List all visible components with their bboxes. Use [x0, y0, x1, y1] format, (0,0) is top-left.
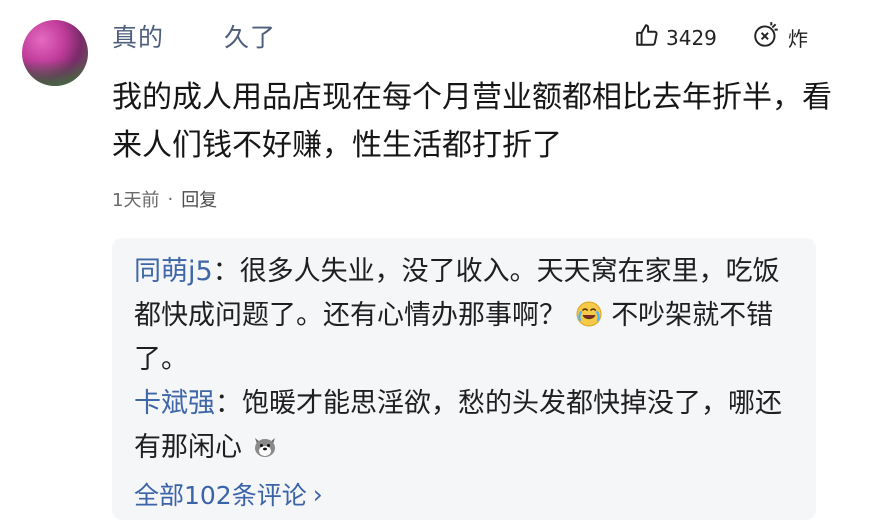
comment-meta: 1天前 · 回复	[112, 186, 217, 212]
reply-item: 卡斌强：饱暖才能思淫欲，愁的头发都快掉没了，哪还有那闲心	[134, 382, 794, 470]
bomb-label: 炸	[788, 27, 808, 51]
all-comments-label: 全部102条评论	[134, 481, 307, 510]
avatar[interactable]	[22, 20, 88, 86]
comment-username[interactable]: 真的 久了	[112, 18, 276, 54]
comment-time: 1天前	[112, 190, 160, 211]
dog-emoji-icon	[251, 432, 279, 463]
all-comments-link[interactable]: 全部102条评论 ›	[134, 476, 323, 512]
username-part2: 久了	[224, 23, 277, 52]
reply-button[interactable]: 回复	[181, 186, 217, 212]
chevron-right-icon: ›	[312, 479, 323, 509]
reply-username[interactable]: 同萌j5	[134, 256, 213, 287]
bomb-icon	[752, 20, 782, 55]
reply-item: 同萌j5：很多人失业，没了收入。天天窝在家里，吃饭都快成问题了。还有心情办那事啊…	[134, 250, 794, 382]
reply-separator: ：	[215, 388, 242, 419]
reply-username[interactable]: 卡斌强	[134, 388, 215, 419]
username-redaction	[164, 25, 225, 53]
meta-dot: ·	[167, 188, 174, 210]
like-button[interactable]: 3429	[634, 22, 717, 53]
laugh-cry-emoji-icon	[575, 300, 612, 331]
comment-text: 我的成人用品店现在每个月营业额都相比去年折半，看来人们钱不好赚，性生活都打折了	[112, 80, 832, 163]
thumbs-up-icon	[634, 22, 660, 53]
replies-panel: 同萌j5：很多人失业，没了收入。天天窝在家里，吃饭都快成问题了。还有心情办那事啊…	[112, 238, 816, 520]
reply-separator: ：	[212, 256, 240, 287]
bomb-button[interactable]: 炸	[752, 20, 808, 55]
username-part1: 真的	[112, 23, 165, 52]
like-count: 3429	[666, 25, 717, 50]
